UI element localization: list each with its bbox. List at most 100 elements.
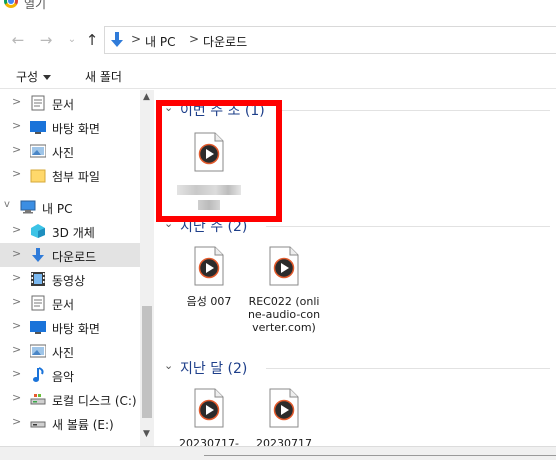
window-title: 열기 bbox=[24, 0, 47, 11]
breadcrumb-downloads[interactable]: 다운로드 bbox=[203, 33, 247, 50]
expand-chevron-icon[interactable]: > bbox=[12, 271, 21, 284]
download-icon bbox=[111, 32, 123, 47]
expand-chevron-icon[interactable]: > bbox=[12, 367, 21, 380]
audio-file-icon bbox=[269, 388, 299, 428]
sidebar-item-label: 음악 bbox=[52, 370, 75, 384]
navigation-bar: ← → ⌄ ↑ > 내 PC > 다운로드 bbox=[0, 24, 556, 56]
sidebar-item-label: 사진 bbox=[52, 146, 75, 160]
expand-chevron-icon[interactable]: > bbox=[12, 295, 21, 308]
group-divider bbox=[266, 226, 550, 227]
group-divider bbox=[266, 368, 550, 369]
expand-chevron-icon[interactable]: > bbox=[12, 343, 21, 356]
expand-chevron-icon[interactable]: > bbox=[12, 391, 21, 404]
sidebar-item-desktop-pc[interactable]: > 바탕 화면 bbox=[0, 315, 140, 339]
video-icon bbox=[31, 272, 45, 286]
expand-chevron-icon[interactable]: > bbox=[12, 119, 21, 132]
sidebar-item-my-pc[interactable]: v 내 PC bbox=[0, 195, 140, 219]
scroll-up-icon[interactable]: ▲ bbox=[143, 92, 150, 102]
desktop-icon bbox=[30, 321, 46, 334]
arrow-up-icon[interactable]: ↑ bbox=[82, 30, 102, 50]
sidebar-item-music[interactable]: > 음악 bbox=[0, 363, 140, 387]
breadcrumb-my-pc[interactable]: 내 PC bbox=[145, 33, 175, 50]
file-item[interactable]: 음성 007 bbox=[172, 246, 246, 308]
sidebar-item-attachments[interactable]: > 첨부 파일 bbox=[0, 163, 140, 187]
expand-chevron-icon[interactable]: > bbox=[12, 319, 21, 332]
download-icon bbox=[32, 248, 44, 262]
sidebar-item-label: 새 볼륨 (E:) bbox=[52, 418, 114, 432]
file-item[interactable]: REC022 (online-audio-converter.com) bbox=[247, 246, 321, 334]
sidebar-item-label: 첨부 파일 bbox=[52, 170, 100, 184]
sidebar-item-videos[interactable]: > 동영상 bbox=[0, 267, 140, 291]
title-bar: 열기 bbox=[0, 0, 556, 20]
scroll-down-icon[interactable]: ▼ bbox=[143, 429, 150, 439]
sidebar-item-label: 내 PC bbox=[42, 202, 73, 216]
sidebar-item-documents-pc[interactable]: > 문서 bbox=[0, 291, 140, 315]
file-name: 20230717- bbox=[179, 437, 239, 446]
address-bar[interactable]: > 내 PC > 다운로드 bbox=[104, 26, 556, 54]
toolbar: 구성 새 폴더 bbox=[0, 61, 556, 89]
expand-chevron-icon[interactable]: > bbox=[12, 167, 21, 180]
arrow-right-icon[interactable]: → bbox=[36, 30, 56, 50]
pictures-icon bbox=[30, 144, 46, 158]
expand-chevron-icon[interactable]: > bbox=[12, 143, 21, 156]
file-name: REC022 (online-audio-converter.com) bbox=[247, 295, 321, 334]
sidebar-item-3d-objects[interactable]: > 3D 개체 bbox=[0, 219, 140, 243]
sidebar-item-label: 문서 bbox=[52, 98, 75, 112]
sidebar-item-pictures-pc[interactable]: > 사진 bbox=[0, 339, 140, 363]
document-icon bbox=[31, 295, 45, 311]
sidebar-item-label: 사진 bbox=[52, 346, 75, 360]
expand-chevron-icon[interactable]: > bbox=[12, 95, 21, 108]
sidebar-item-downloads[interactable]: > 다운로드 bbox=[0, 243, 140, 267]
file-name: 20230717 bbox=[256, 437, 312, 446]
document-icon bbox=[31, 95, 45, 111]
pictures-icon bbox=[30, 344, 46, 358]
organize-button[interactable]: 구성 bbox=[16, 68, 52, 85]
expand-chevron-icon[interactable]: > bbox=[12, 415, 21, 428]
sidebar-item-desktop[interactable]: > 바탕 화면 bbox=[0, 115, 140, 139]
new-folder-button[interactable]: 새 폴더 bbox=[85, 68, 122, 85]
sidebar-item-label: 로컬 디스크 (C:) bbox=[52, 394, 137, 408]
breadcrumb-separator: > bbox=[189, 32, 200, 46]
sidebar-scrollbar[interactable]: ▲ ▼ bbox=[140, 90, 154, 446]
arrow-left-icon[interactable]: ← bbox=[8, 30, 28, 50]
chrome-icon bbox=[4, 0, 18, 8]
sidebar-item-label: 다운로드 bbox=[52, 250, 97, 264]
group-title: 지난 달 (2) bbox=[180, 361, 248, 377]
computer-icon bbox=[20, 200, 36, 214]
scrollbar-thumb[interactable] bbox=[142, 306, 152, 418]
filename-field-edge bbox=[204, 455, 556, 456]
audio-file-icon bbox=[194, 246, 224, 286]
sidebar-item-local-disk-c[interactable]: > 로컬 디스크 (C:) bbox=[0, 387, 140, 411]
3d-objects-icon bbox=[31, 224, 45, 238]
sidebar-item-label: 3D 개체 bbox=[52, 226, 95, 240]
audio-file-icon bbox=[269, 246, 299, 286]
caret-down-icon bbox=[43, 75, 52, 80]
organize-label: 구성 bbox=[16, 70, 39, 84]
file-item[interactable]: 20230717- bbox=[172, 388, 246, 446]
music-icon bbox=[33, 367, 44, 382]
group-divider bbox=[282, 110, 550, 111]
file-item[interactable]: 20230717 bbox=[247, 388, 321, 446]
bottom-bar bbox=[0, 446, 556, 460]
sidebar-item-pictures[interactable]: > 사진 bbox=[0, 139, 140, 163]
collapse-chevron-icon[interactable]: ⌄ bbox=[164, 359, 173, 372]
collapse-chevron-icon[interactable]: v bbox=[4, 199, 10, 210]
sidebar-item-new-volume-e[interactable]: > 새 볼륨 (E:) bbox=[0, 411, 140, 435]
sidebar-item-label: 문서 bbox=[52, 298, 75, 312]
drive-icon bbox=[30, 421, 46, 428]
sidebar-item-label: 바탕 화면 bbox=[52, 122, 100, 136]
chevron-down-icon[interactable]: ⌄ bbox=[62, 30, 82, 50]
sidebar-item-label: 바탕 화면 bbox=[52, 322, 100, 336]
expand-chevron-icon[interactable]: > bbox=[12, 247, 21, 260]
highlight-box bbox=[156, 100, 282, 222]
audio-file-icon bbox=[194, 388, 224, 428]
desktop-icon bbox=[30, 121, 46, 134]
drive-icon bbox=[30, 394, 46, 405]
file-name: 음성 007 bbox=[186, 295, 232, 308]
breadcrumb-separator: > bbox=[131, 32, 142, 46]
group-header-last-month[interactable]: ⌄ 지난 달 (2) bbox=[162, 358, 556, 378]
navigation-pane: > 문서 > 바탕 화면 > 사진 > 첨부 파일 v 내 PC > 3D 개체… bbox=[0, 90, 140, 446]
sidebar-item-label: 동영상 bbox=[52, 274, 86, 288]
expand-chevron-icon[interactable]: > bbox=[12, 223, 21, 236]
sidebar-item-documents[interactable]: > 문서 bbox=[0, 91, 140, 115]
